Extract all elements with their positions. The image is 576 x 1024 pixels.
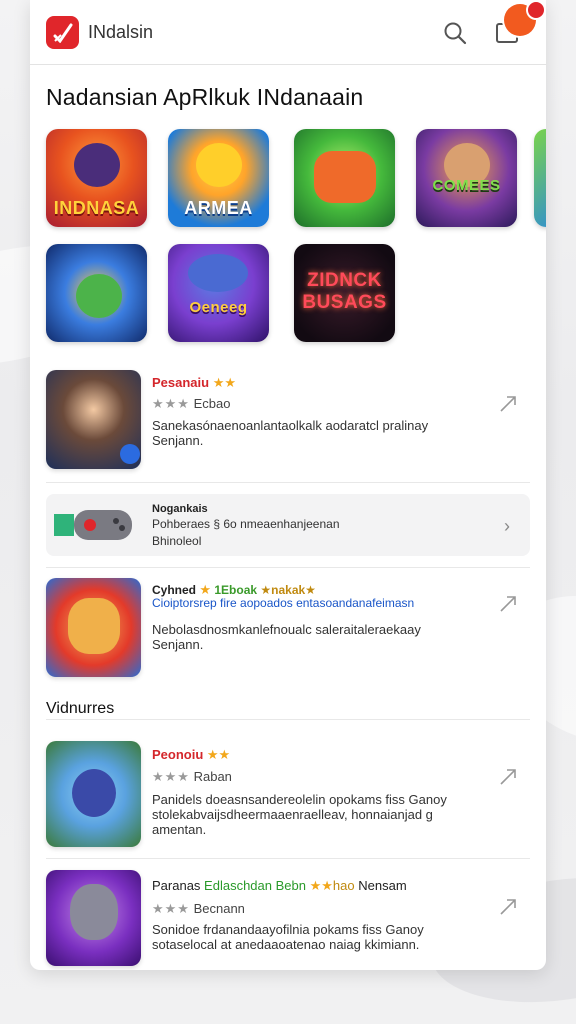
- app-title: INdalsin: [88, 22, 154, 42]
- search-icon[interactable]: [442, 20, 468, 46]
- game-tile-label: Oeneeg: [189, 299, 248, 316]
- game-character-icon: [70, 884, 118, 940]
- star-icon: ★★★: [152, 769, 190, 784]
- app-description: Sonidoe frdanandaayofilnia pokams fiss G…: [152, 922, 424, 952]
- notification-dot: [528, 2, 544, 18]
- share-icon[interactable]: [498, 767, 518, 787]
- game-tile[interactable]: COMEES: [416, 129, 517, 227]
- game-tile-label: ZIDNCK BUSAGS: [302, 270, 387, 313]
- share-icon[interactable]: [498, 594, 518, 614]
- star-icon: ★★★: [152, 396, 190, 411]
- game-tile[interactable]: [46, 244, 147, 342]
- app-badge-icon: [120, 444, 140, 464]
- app-name[interactable]: Paranas Edlaschdan Bebn ★★hao Nensam: [152, 878, 407, 894]
- gamepad-icon: [54, 504, 134, 546]
- top-bar: INdalsin: [30, 0, 546, 65]
- banner-text: Pohberaes § 6o nmeaenhanjeenan: [152, 517, 340, 531]
- game-tile-label: COMEES: [432, 177, 501, 194]
- section-title: Nadansian ApRlkuk INdanaain: [46, 84, 364, 110]
- app-rating: ★★★ Raban: [152, 769, 232, 784]
- star-icon: ★★: [206, 747, 231, 762]
- game-tile[interactable]: [534, 129, 546, 227]
- game-character-icon: [74, 143, 120, 187]
- share-icon[interactable]: [498, 394, 518, 414]
- game-character-icon: [72, 769, 116, 817]
- app-rating: ★★★ Becnann: [152, 901, 245, 916]
- divider: [46, 482, 530, 483]
- app-logo-icon[interactable]: [46, 16, 79, 49]
- game-tile[interactable]: ARMEA: [168, 129, 269, 227]
- game-tile[interactable]: [294, 129, 395, 227]
- divider: [46, 858, 530, 859]
- app-name[interactable]: Peonoiu ★★: [152, 747, 230, 763]
- star-icon: ★: [199, 582, 212, 597]
- app-description: Panidels doeasnsandereolelin opokams fis…: [152, 792, 447, 837]
- star-icon: ★★: [212, 375, 237, 390]
- game-character-icon: [68, 598, 120, 654]
- game-tile-label: ARMEA: [184, 198, 253, 218]
- star-icon: ★★★: [152, 901, 190, 916]
- game-tile[interactable]: ZIDNCK BUSAGS: [294, 244, 395, 342]
- promo-banner[interactable]: Nogankais Pohberaes § 6o nmeaenhanjeenan…: [46, 494, 530, 556]
- banner-text: Bhinoleol: [152, 534, 202, 548]
- banner-title: Nogankais: [152, 503, 208, 515]
- star-icon: ★★: [309, 878, 333, 893]
- game-tile[interactable]: Oeneeg: [168, 244, 269, 342]
- chevron-right-icon[interactable]: ›: [504, 516, 510, 537]
- app-description: Nebolasdnosmkanlefnoualc saleraitaleraek…: [152, 622, 421, 652]
- divider: [46, 567, 530, 568]
- section-subheading: Vidnurres: [46, 700, 115, 717]
- divider: [46, 719, 530, 720]
- app-thumbnail[interactable]: [46, 870, 141, 966]
- app-thumbnail[interactable]: [46, 370, 141, 469]
- app-subtitle: Cioiptorsrep fire aopoados entasoandanaf…: [152, 596, 415, 610]
- app-store-panel: INdalsin Nadansian ApRlkuk INdanaain IND…: [30, 0, 546, 970]
- app-rating: ★★★ Ecbao: [152, 396, 231, 411]
- app-thumbnail[interactable]: [46, 578, 141, 677]
- game-tile[interactable]: INDNASA: [46, 129, 147, 227]
- game-character-icon: [76, 274, 122, 318]
- game-tile-label: INDNASA: [53, 198, 140, 218]
- app-name[interactable]: Pesanaiu ★★: [152, 375, 236, 391]
- game-character-icon: [196, 143, 242, 187]
- app-thumbnail[interactable]: [46, 741, 141, 847]
- gamepad-icon: [314, 151, 376, 203]
- app-description: Sanekasónaenoanlantaolkalk aodaratcl pra…: [152, 418, 429, 448]
- share-icon[interactable]: [498, 897, 518, 917]
- game-character-icon: [188, 254, 248, 292]
